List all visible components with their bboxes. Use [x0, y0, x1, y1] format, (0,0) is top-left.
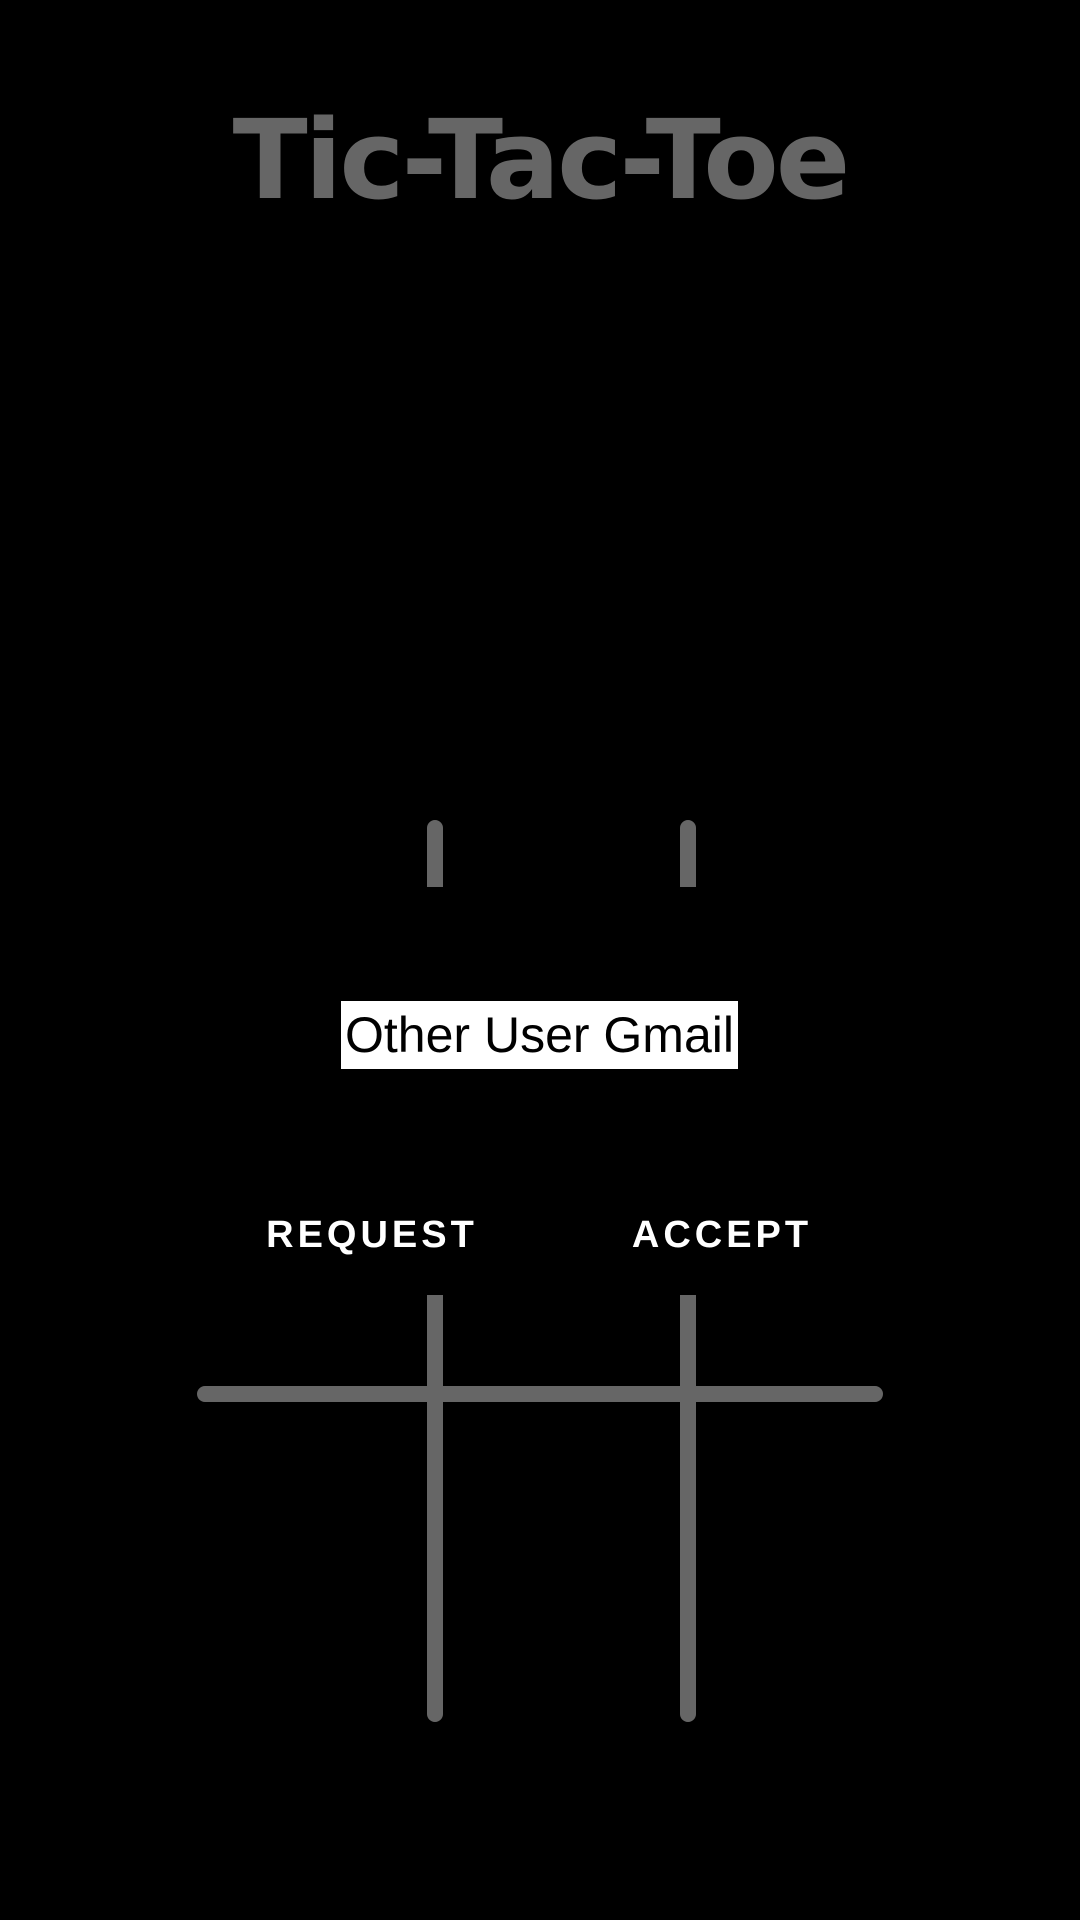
accept-button[interactable]: ACCEPT [622, 1200, 822, 1270]
other-user-email-input[interactable] [341, 1001, 738, 1069]
game-screen: Tic-Tac-Toe REQUEST ACCEPT [0, 0, 1080, 1920]
request-button[interactable]: REQUEST [262, 1200, 482, 1270]
app-title: Tic-Tac-Toe [232, 96, 851, 224]
board-horizontal-line-top [197, 1386, 883, 1402]
connect-dialog [68, 887, 1012, 1295]
